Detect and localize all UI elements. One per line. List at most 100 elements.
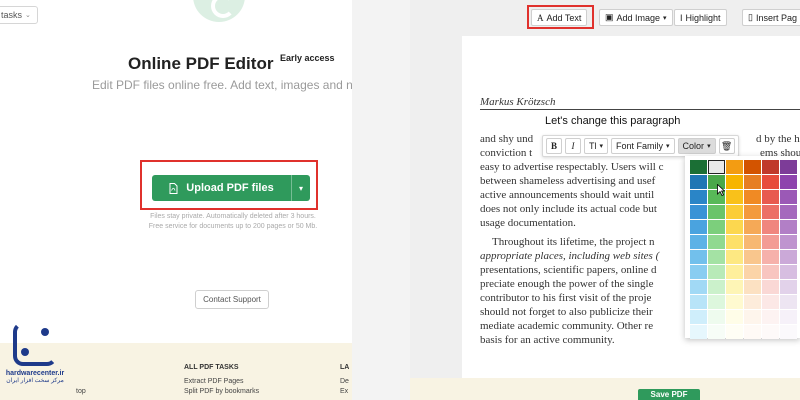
footer-link-split[interactable]: Split PDF by bookmarks (184, 388, 259, 395)
color-swatch[interactable] (690, 160, 707, 174)
color-swatch[interactable] (744, 205, 761, 219)
color-swatch[interactable] (726, 220, 743, 234)
color-swatch[interactable] (708, 220, 725, 234)
color-swatch[interactable] (744, 265, 761, 279)
trash-icon[interactable]: 🗑 (718, 138, 735, 154)
color-swatch[interactable] (780, 235, 797, 249)
color-swatch[interactable] (690, 325, 707, 339)
color-swatch[interactable] (726, 265, 743, 279)
footer-link-fragment-2[interactable]: De (340, 378, 349, 385)
color-swatch[interactable] (690, 295, 707, 309)
color-swatch[interactable] (690, 235, 707, 249)
font-family-button[interactable]: Font Family ▾ (611, 138, 675, 154)
add-image-button[interactable]: ▣ Add Image ▾ (599, 9, 673, 26)
color-swatch[interactable] (780, 175, 797, 189)
highlight-button[interactable]: I Highlight (674, 9, 727, 26)
add-text-button[interactable]: A Add Text (531, 9, 588, 26)
chevron-down-icon: ▾ (707, 143, 711, 150)
doc-line: preciate enough the power of the single (480, 278, 654, 290)
upload-options-chevron-icon[interactable]: ▾ (292, 175, 310, 201)
color-swatch[interactable] (708, 265, 725, 279)
text-icon: A (537, 12, 544, 23)
color-swatch[interactable] (780, 250, 797, 264)
color-swatch[interactable] (744, 310, 761, 324)
color-swatch[interactable] (744, 220, 761, 234)
color-swatch[interactable] (744, 235, 761, 249)
color-swatch[interactable] (780, 220, 797, 234)
color-swatch[interactable] (690, 175, 707, 189)
insert-page-button[interactable]: ▯ Insert Pag (742, 9, 800, 26)
color-swatch[interactable] (708, 160, 725, 174)
color-swatch[interactable] (762, 190, 779, 204)
color-swatch[interactable] (690, 265, 707, 279)
upload-pdf-main[interactable]: Upload PDF files (152, 175, 292, 201)
color-swatch[interactable] (690, 190, 707, 204)
color-swatch[interactable] (726, 190, 743, 204)
color-swatch[interactable] (780, 310, 797, 324)
color-swatch[interactable] (726, 310, 743, 324)
color-swatch[interactable] (708, 310, 725, 324)
color-swatch[interactable] (762, 310, 779, 324)
color-swatch[interactable] (744, 325, 761, 339)
doc-line-tail: d by the h (756, 133, 800, 145)
color-swatch[interactable] (690, 220, 707, 234)
footer-link-extract[interactable]: Extract PDF Pages (184, 378, 244, 385)
color-swatch[interactable] (762, 235, 779, 249)
color-swatch[interactable] (744, 250, 761, 264)
color-swatch[interactable] (744, 175, 761, 189)
color-swatch[interactable] (780, 265, 797, 279)
color-swatch[interactable] (726, 280, 743, 294)
footer-link-fragment[interactable]: top (76, 388, 86, 395)
color-swatch[interactable] (708, 280, 725, 294)
color-swatch[interactable] (726, 205, 743, 219)
contact-support-button[interactable]: Contact Support (195, 290, 269, 309)
footer-link-fragment-3[interactable]: Ex (340, 388, 348, 395)
color-button[interactable]: Color ▾ (677, 138, 716, 154)
color-swatch[interactable] (780, 280, 797, 294)
color-swatch[interactable] (726, 295, 743, 309)
color-swatch[interactable] (780, 160, 797, 174)
color-swatch[interactable] (726, 250, 743, 264)
color-swatch[interactable] (690, 280, 707, 294)
color-swatch[interactable] (690, 205, 707, 219)
color-swatch[interactable] (780, 295, 797, 309)
color-swatch[interactable] (708, 250, 725, 264)
bold-button[interactable]: B (546, 138, 562, 154)
color-swatch[interactable] (690, 310, 707, 324)
chevron-down-icon: ⌄ (25, 12, 31, 19)
color-swatch[interactable] (780, 205, 797, 219)
color-swatch[interactable] (726, 160, 743, 174)
save-pdf-button[interactable]: Save PDF (638, 389, 700, 400)
color-swatch[interactable] (726, 325, 743, 339)
color-swatch[interactable] (762, 205, 779, 219)
color-swatch[interactable] (762, 175, 779, 189)
color-swatch[interactable] (762, 295, 779, 309)
color-swatch[interactable] (708, 205, 725, 219)
color-swatch[interactable] (780, 325, 797, 339)
color-swatch[interactable] (708, 325, 725, 339)
italic-button[interactable]: I (565, 138, 581, 154)
font-size-button[interactable]: Tl ▾ (584, 138, 609, 154)
color-swatch[interactable] (780, 190, 797, 204)
color-swatch[interactable] (744, 295, 761, 309)
color-swatch[interactable] (690, 250, 707, 264)
tasks-dropdown[interactable]: tasks ⌄ (0, 6, 38, 24)
editable-text-box[interactable]: Let's change this paragraph (545, 115, 680, 127)
color-swatch[interactable] (708, 295, 725, 309)
color-swatch[interactable] (726, 235, 743, 249)
color-swatch[interactable] (762, 280, 779, 294)
color-swatch[interactable] (762, 220, 779, 234)
color-swatch[interactable] (726, 175, 743, 189)
color-palette (685, 156, 800, 339)
color-swatch[interactable] (762, 160, 779, 174)
pdf-file-icon (169, 182, 178, 194)
color-swatch[interactable] (744, 190, 761, 204)
color-swatch[interactable] (762, 265, 779, 279)
privacy-note: Files stay private. Automatically delete… (128, 212, 338, 232)
upload-pdf-button[interactable]: Upload PDF files ▾ (152, 175, 310, 201)
color-swatch[interactable] (762, 250, 779, 264)
color-swatch[interactable] (744, 280, 761, 294)
color-swatch[interactable] (762, 325, 779, 339)
color-swatch[interactable] (744, 160, 761, 174)
color-swatch[interactable] (708, 235, 725, 249)
